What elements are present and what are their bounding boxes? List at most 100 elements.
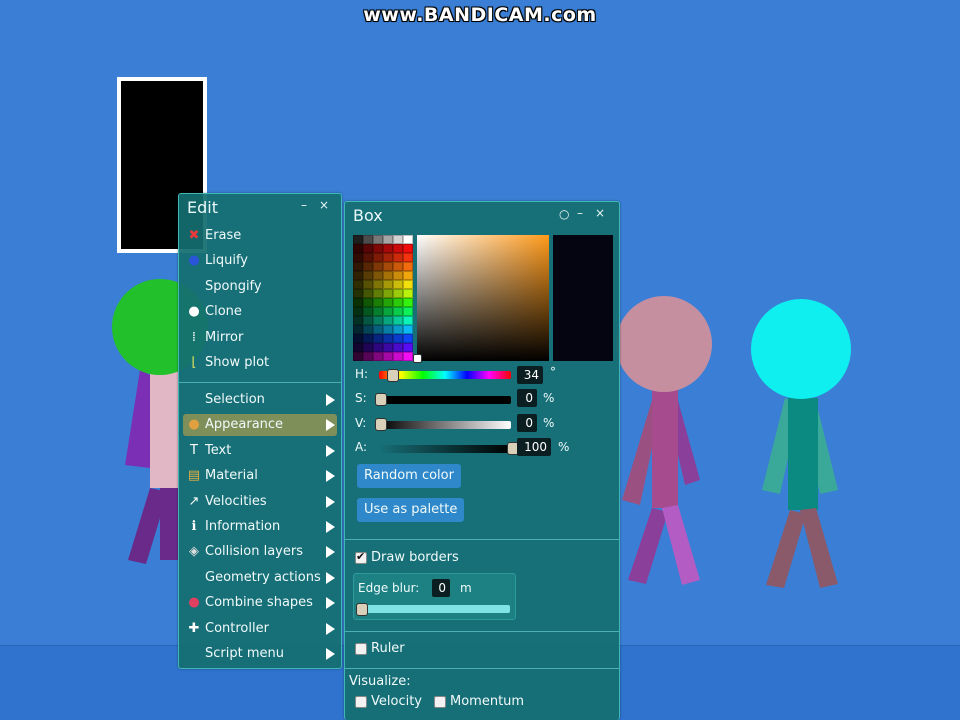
saturation-value-picker[interactable]: [417, 235, 549, 361]
color-swatch[interactable]: [393, 244, 403, 253]
menu-item-liquify[interactable]: ● Liquify: [183, 250, 337, 272]
color-swatch[interactable]: [363, 253, 373, 262]
color-swatch[interactable]: [353, 307, 363, 316]
color-swatch[interactable]: [353, 280, 363, 289]
sv-picker-handle[interactable]: [413, 354, 422, 363]
color-swatch[interactable]: [393, 325, 403, 334]
color-swatch[interactable]: [383, 262, 393, 271]
color-swatch[interactable]: [353, 244, 363, 253]
menu-item-material[interactable]: ▤ Material: [183, 465, 337, 487]
color-swatch[interactable]: [393, 352, 403, 361]
color-swatch[interactable]: [393, 253, 403, 262]
color-swatch-palette[interactable]: [353, 235, 413, 361]
color-swatch[interactable]: [383, 334, 393, 343]
color-swatch[interactable]: [383, 316, 393, 325]
color-swatch[interactable]: [393, 289, 403, 298]
color-swatch[interactable]: [403, 343, 413, 352]
color-swatch[interactable]: [393, 334, 403, 343]
color-swatch[interactable]: [383, 244, 393, 253]
color-swatch[interactable]: [403, 262, 413, 271]
color-swatch[interactable]: [393, 343, 403, 352]
color-swatch[interactable]: [393, 235, 403, 244]
color-swatch[interactable]: [383, 298, 393, 307]
color-swatch[interactable]: [363, 334, 373, 343]
color-swatch[interactable]: [383, 343, 393, 352]
value-slider[interactable]: [379, 421, 511, 429]
color-swatch[interactable]: [353, 352, 363, 361]
color-swatch[interactable]: [363, 298, 373, 307]
color-swatch[interactable]: [403, 271, 413, 280]
color-swatch[interactable]: [363, 316, 373, 325]
hue-slider-knob[interactable]: [387, 369, 400, 382]
color-swatch[interactable]: [373, 334, 383, 343]
color-swatch[interactable]: [403, 307, 413, 316]
color-swatch[interactable]: [393, 262, 403, 271]
edge-blur-value-field[interactable]: 0: [432, 579, 450, 597]
menu-item-selection[interactable]: Selection: [183, 389, 337, 411]
color-swatch[interactable]: [373, 253, 383, 262]
saturation-slider[interactable]: [379, 396, 511, 404]
random-color-button[interactable]: Random color: [357, 464, 461, 488]
color-swatch[interactable]: [383, 289, 393, 298]
menu-item-show-plot[interactable]: ⌊ Show plot: [183, 352, 337, 374]
color-swatch[interactable]: [403, 235, 413, 244]
color-swatch[interactable]: [403, 352, 413, 361]
color-swatch[interactable]: [363, 271, 373, 280]
color-swatch[interactable]: [353, 289, 363, 298]
alpha-value-field[interactable]: 100: [517, 438, 551, 456]
color-swatch[interactable]: [393, 298, 403, 307]
velocity-checkbox[interactable]: [355, 696, 367, 708]
pin-icon[interactable]: ○: [559, 207, 569, 221]
menu-item-appearance[interactable]: ● Appearance: [183, 414, 337, 437]
color-swatch[interactable]: [373, 343, 383, 352]
color-swatch[interactable]: [363, 280, 373, 289]
edit-menu-close-button[interactable]: ×: [319, 198, 329, 212]
menu-item-text[interactable]: T Text: [183, 440, 337, 462]
color-swatch[interactable]: [403, 289, 413, 298]
color-swatch[interactable]: [403, 298, 413, 307]
color-swatch[interactable]: [373, 316, 383, 325]
value-slider-knob[interactable]: [375, 418, 387, 431]
color-swatch[interactable]: [353, 325, 363, 334]
color-swatch[interactable]: [373, 289, 383, 298]
color-swatch[interactable]: [373, 325, 383, 334]
color-swatch[interactable]: [373, 271, 383, 280]
edge-blur-slider-knob[interactable]: [356, 603, 368, 616]
figure-cyan[interactable]: [751, 299, 851, 588]
color-swatch[interactable]: [363, 352, 373, 361]
color-swatch[interactable]: [353, 343, 363, 352]
edge-blur-slider[interactable]: [362, 605, 510, 613]
color-swatch[interactable]: [363, 343, 373, 352]
color-swatch[interactable]: [403, 280, 413, 289]
box-panel-close-button[interactable]: ×: [595, 206, 605, 220]
menu-item-geometry-actions[interactable]: Geometry actions: [183, 567, 337, 589]
color-swatch[interactable]: [383, 253, 393, 262]
color-swatch[interactable]: [383, 280, 393, 289]
alpha-slider[interactable]: [379, 445, 511, 453]
color-swatch[interactable]: [363, 325, 373, 334]
menu-item-controller[interactable]: ✚ Controller: [183, 618, 337, 640]
color-swatch[interactable]: [373, 244, 383, 253]
menu-item-clone[interactable]: ● Clone: [183, 301, 337, 323]
use-as-palette-button[interactable]: Use as palette: [357, 498, 465, 522]
saturation-slider-knob[interactable]: [375, 393, 387, 406]
color-swatch[interactable]: [403, 244, 413, 253]
color-swatch[interactable]: [373, 262, 383, 271]
color-swatch[interactable]: [373, 280, 383, 289]
ruler-checkbox[interactable]: [355, 643, 367, 655]
menu-item-mirror[interactable]: ⁞ Mirror: [183, 327, 337, 349]
color-swatch[interactable]: [363, 262, 373, 271]
color-swatch[interactable]: [353, 316, 363, 325]
menu-item-velocities[interactable]: ↗ Velocities: [183, 491, 337, 513]
color-swatch[interactable]: [353, 334, 363, 343]
color-swatch[interactable]: [403, 334, 413, 343]
menu-item-information[interactable]: ℹ Information: [183, 516, 337, 538]
color-swatch[interactable]: [383, 307, 393, 316]
color-swatch[interactable]: [383, 235, 393, 244]
color-swatch[interactable]: [353, 271, 363, 280]
menu-item-combine-shapes[interactable]: ● Combine shapes: [183, 592, 337, 614]
figure-pink[interactable]: [616, 296, 712, 585]
menu-item-collision-layers[interactable]: ◈ Collision layers: [183, 541, 337, 563]
color-swatch[interactable]: [393, 316, 403, 325]
color-swatch[interactable]: [373, 352, 383, 361]
